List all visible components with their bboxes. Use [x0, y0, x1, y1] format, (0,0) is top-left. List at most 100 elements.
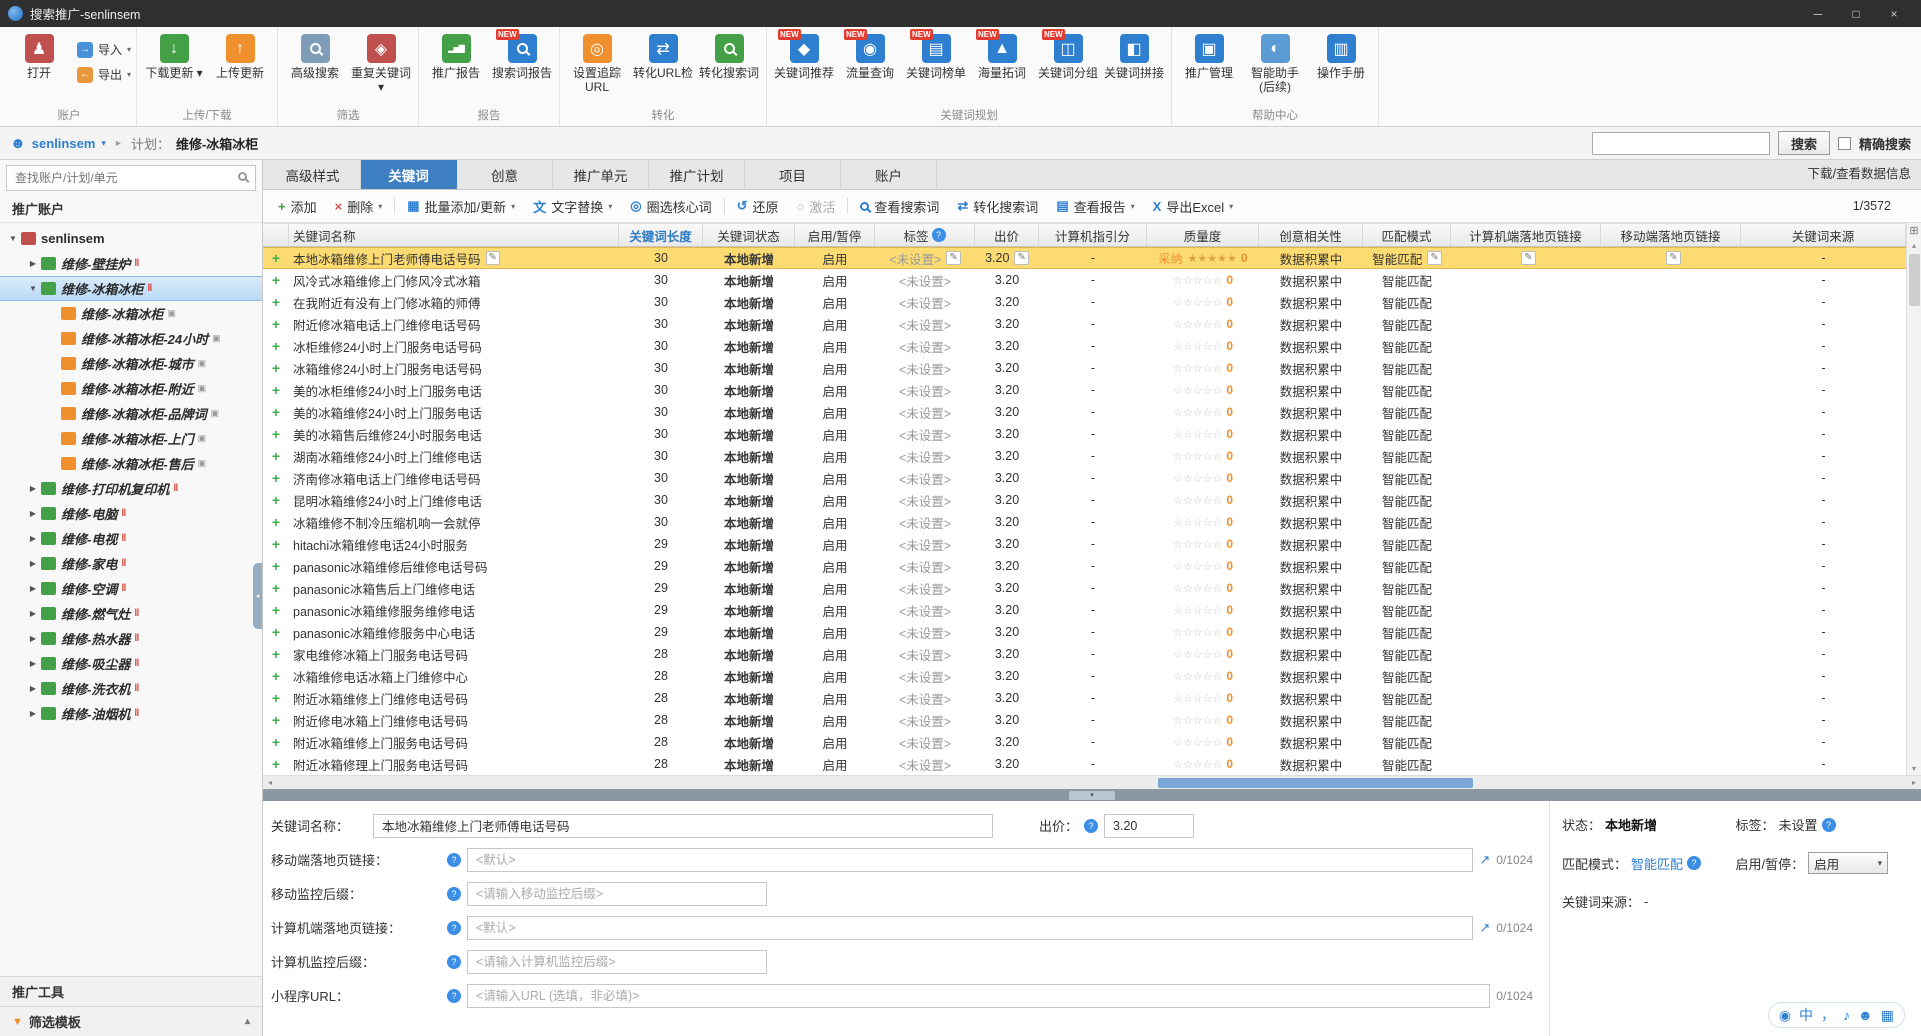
tree-item-unit-7[interactable]: 维修-冰箱冰柜-品牌词▣ [0, 401, 262, 426]
table-row[interactable]: +hitachi冰箱维修电话24小时服务29本地新增启用<未设置>3.20-☆☆… [263, 533, 1906, 555]
grid-icon[interactable]: ▦ [1881, 1006, 1894, 1024]
add-keyword-icon[interactable]: + [272, 250, 280, 266]
edit-mob-link-icon[interactable]: ✎ [1666, 251, 1680, 265]
chinese-mode-icon[interactable]: 中 [1799, 1006, 1813, 1024]
keyword-name-input[interactable] [373, 814, 993, 838]
column-header-price[interactable]: 出价 [975, 224, 1039, 246]
column-header-match[interactable]: 匹配模式 [1363, 224, 1451, 246]
exact-search-checkbox[interactable] [1838, 137, 1851, 150]
table-row[interactable]: +本地冰箱维修上门老师傅电话号码✎30本地新增启用<未设置>✎3.20✎-采纳★… [263, 247, 1906, 269]
ribbon-button-download-update[interactable]: ↓下载更新 ▾ [142, 29, 206, 103]
tree-search-input[interactable] [6, 165, 256, 191]
tab-promotion-plan[interactable]: 推广计划 [649, 160, 745, 189]
tree-item-unit-8[interactable]: 维修-冰箱冰柜-上门▣ [0, 426, 262, 451]
add-keyword-icon[interactable]: + [272, 338, 280, 354]
table-row[interactable]: +风冷式冰箱维修上门修风冷式冰箱30本地新增启用<未设置>3.20-☆☆☆☆☆0… [263, 269, 1906, 291]
toolbar-button-restore[interactable]: ↺还原 [728, 194, 788, 218]
tree-caret-icon[interactable]: ▶ [26, 509, 40, 518]
ribbon-button-manual[interactable]: ▥操作手册 [1309, 29, 1373, 103]
add-keyword-icon[interactable]: + [272, 514, 280, 530]
tree-item-plan-16[interactable]: ▶维修-热水器‖ [0, 626, 262, 651]
toolbar-button-select-core-words[interactable]: ◎圈选核心词 [621, 194, 720, 218]
scroll-up-icon[interactable]: ▴ [1912, 239, 1916, 252]
add-keyword-icon[interactable]: + [272, 646, 280, 662]
add-keyword-icon[interactable]: + [272, 690, 280, 706]
table-row[interactable]: +冰箱维修不制冷压缩机响一会就停30本地新增启用<未设置>3.20-☆☆☆☆☆0… [263, 511, 1906, 533]
edit-pc-link-icon[interactable]: ✎ [1521, 251, 1535, 265]
edit-keyword-icon[interactable]: ✎ [486, 251, 500, 265]
ribbon-button-export[interactable]: ←导出▾ [77, 66, 131, 83]
column-header-quality[interactable]: 质量度 [1147, 224, 1259, 246]
table-row[interactable]: +冰箱维修24小时上门服务电话号码30本地新增启用<未设置>3.20-☆☆☆☆☆… [263, 357, 1906, 379]
tag-help-icon[interactable]: ? [1822, 818, 1836, 832]
toolbar-button-view-report[interactable]: ▤查看报告▾ [1047, 194, 1143, 218]
column-header-tag[interactable]: 标签? [875, 224, 975, 246]
column-header-status[interactable]: 关键词状态 [703, 224, 795, 246]
table-row[interactable]: +panasonic冰箱售后上门维修电话29本地新增启用<未设置>3.20-☆☆… [263, 577, 1906, 599]
ribbon-button-convert-search-term[interactable]: 转化搜索词 [697, 29, 761, 103]
table-row[interactable]: +附近冰箱维修上门维修电话号码28本地新增启用<未设置>3.20-☆☆☆☆☆0数… [263, 687, 1906, 709]
hscroll-thumb[interactable] [1158, 778, 1473, 788]
tree-item-plan-12[interactable]: ▶维修-电视‖ [0, 526, 262, 551]
tree-caret-icon[interactable]: ▶ [26, 484, 40, 493]
tree-item-plan-13[interactable]: ▶维修-家电‖ [0, 551, 262, 576]
add-keyword-icon[interactable]: + [272, 316, 280, 332]
table-row[interactable]: +附近冰箱维修上门服务电话号码28本地新增启用<未设置>3.20-☆☆☆☆☆0数… [263, 731, 1906, 753]
toolbar-button-view-search-terms[interactable]: 查看搜索词 [851, 194, 948, 218]
ribbon-button-traffic-query[interactable]: NEW◉流量查询 [838, 29, 902, 103]
add-keyword-icon[interactable]: + [272, 756, 280, 772]
add-keyword-icon[interactable]: + [272, 470, 280, 486]
column-header-pc_link[interactable]: 计算机端落地页链接 [1451, 224, 1601, 246]
ribbon-button-duplicate-keywords[interactable]: ◈重复关键词 ▾ [349, 29, 413, 103]
tree-item-unit-3[interactable]: 维修-冰箱冰柜▣ [0, 301, 262, 326]
ribbon-button-smart-assistant[interactable]: ◐智能助手(后续) [1243, 29, 1307, 103]
ribbon-button-import[interactable]: →导入▾ [77, 41, 131, 58]
collapse-panel-button[interactable]: ▾ [1069, 791, 1115, 800]
tree-item-unit-6[interactable]: 维修-冰箱冰柜-附近▣ [0, 376, 262, 401]
table-row[interactable]: +美的冰箱维修24小时上门服务电话30本地新增启用<未设置>3.20-☆☆☆☆☆… [263, 401, 1906, 423]
table-row[interactable]: +济南修冰箱电话上门维修电话号码30本地新增启用<未设置>3.20-☆☆☆☆☆0… [263, 467, 1906, 489]
tab-advanced-style[interactable]: 高级样式 [265, 160, 361, 189]
sidebar-item-filter-template[interactable]: ▼ 筛选模板 ▴ [0, 1006, 262, 1036]
enable-select[interactable]: 启用 ▾ [1808, 852, 1888, 874]
column-header-source[interactable]: 关键词来源 [1741, 224, 1906, 246]
add-keyword-icon[interactable]: + [272, 624, 280, 640]
table-row[interactable]: +家电维修冰箱上门服务电话号码28本地新增启用<未设置>3.20-☆☆☆☆☆0数… [263, 643, 1906, 665]
scroll-right-icon[interactable]: ▸ [1907, 778, 1921, 787]
tab-creative[interactable]: 创意 [457, 160, 553, 189]
ribbon-button-keyword-rank[interactable]: NEW▤关键词榜单 [904, 29, 968, 103]
scroll-down-icon[interactable]: ▾ [1912, 762, 1916, 775]
ribbon-button-mass-expand[interactable]: NEW▲海量拓词 [970, 29, 1034, 103]
maximize-button[interactable]: □ [1837, 0, 1875, 27]
price-help-icon[interactable]: ? [1084, 819, 1098, 833]
add-keyword-icon[interactable]: + [272, 734, 280, 750]
global-search-input[interactable] [1592, 132, 1770, 155]
tree-caret-icon[interactable]: ▶ [26, 584, 40, 593]
tree-item-plan-15[interactable]: ▶维修-燃气灶‖ [0, 601, 262, 626]
tree-caret-icon[interactable]: ▼ [6, 234, 20, 243]
sidebar-item-promotion-tools[interactable]: 推广工具 [0, 976, 262, 1006]
account-dropdown-icon[interactable]: ▾ [101, 138, 106, 149]
pc-landing-input[interactable] [467, 916, 1473, 940]
tab-project[interactable]: 项目 [745, 160, 841, 189]
add-keyword-icon[interactable]: + [272, 558, 280, 574]
edit-match-icon[interactable]: ✎ [1427, 251, 1441, 265]
mobile-landing-help-icon[interactable]: ? [447, 853, 461, 867]
ribbon-button-keyword-join[interactable]: ◧关键词拼接 [1102, 29, 1166, 103]
toolbar-button-activate[interactable]: ○激活 [788, 194, 845, 218]
add-keyword-icon[interactable]: + [272, 668, 280, 684]
ribbon-button-tracking-url[interactable]: ◎设置追踪URL [565, 29, 629, 103]
table-row[interactable]: +美的冰箱售后维修24小时服务电话30本地新增启用<未设置>3.20-☆☆☆☆☆… [263, 423, 1906, 445]
tree-item-plan-14[interactable]: ▶维修-空调‖ [0, 576, 262, 601]
column-header-add[interactable] [263, 224, 289, 246]
toolbar-button-export-excel[interactable]: X导出Excel▾ [1144, 194, 1242, 218]
pc-landing-help-icon[interactable]: ? [447, 921, 461, 935]
add-keyword-icon[interactable]: + [272, 536, 280, 552]
close-button[interactable]: × [1875, 0, 1913, 27]
horizontal-scrollbar[interactable]: ◂ ▸ [263, 775, 1921, 789]
column-header-length[interactable]: 关键词长度 [619, 224, 703, 246]
table-row[interactable]: +附近修电冰箱上门维修电话号码28本地新增启用<未设置>3.20-☆☆☆☆☆0数… [263, 709, 1906, 731]
edit-tag-icon[interactable]: ✎ [946, 251, 960, 265]
ribbon-button-open[interactable]: ♟打开 [7, 29, 71, 103]
mobile-landing-input[interactable] [467, 848, 1473, 872]
